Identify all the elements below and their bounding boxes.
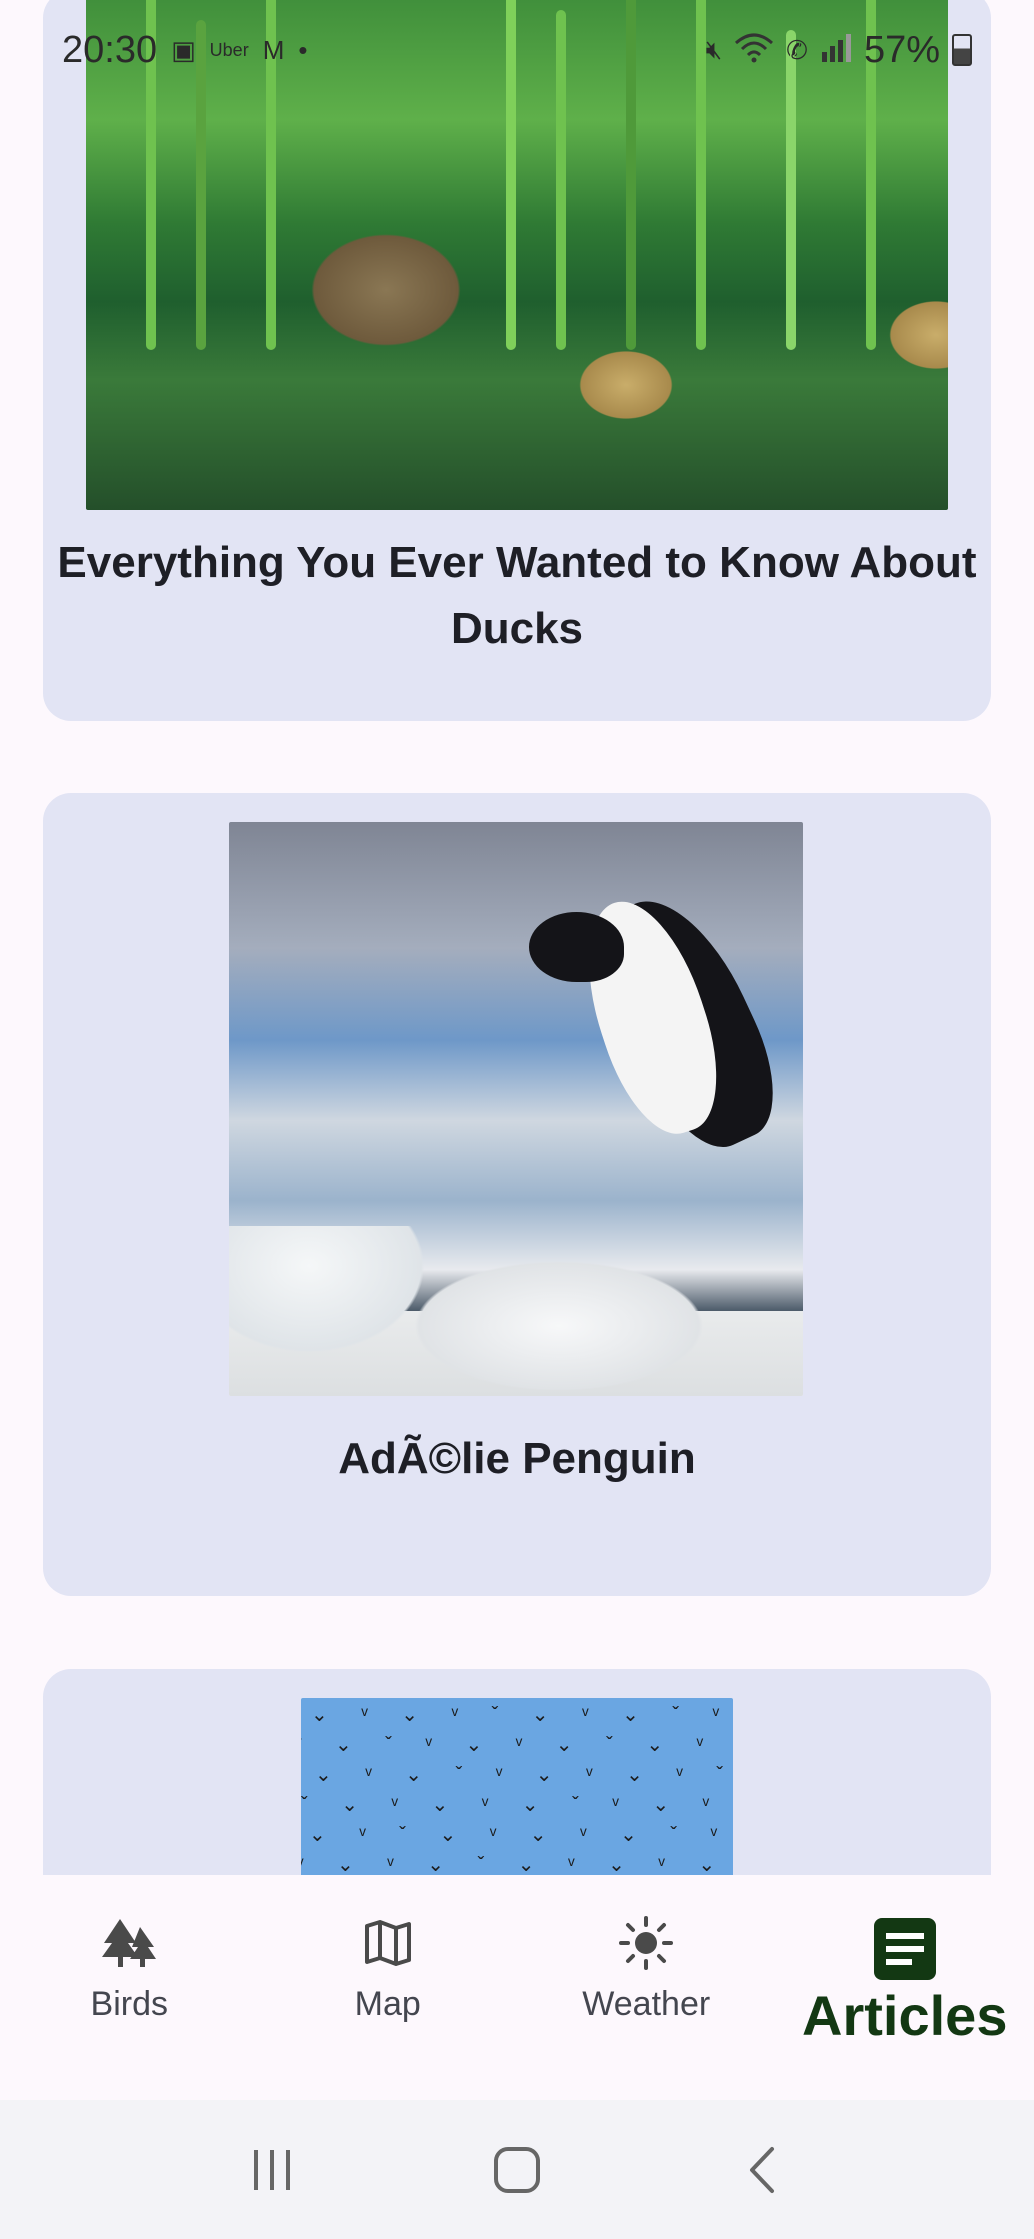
dot-icon: • [298, 34, 308, 65]
nav-item-articles[interactable]: Articles [776, 1875, 1034, 2100]
wifi-icon [734, 31, 774, 70]
birds-flock-image: ⌄ ᵛ ⌄ ᵛ ˇ ⌄ ᵛ ⌄ ˇ ᵛ ⌄ ᵛ ⌄ ᵛ ⌄ ˇ ᵛ ⌄ ᵛ ⌄ … [301, 1698, 733, 1875]
gmail-icon: M [262, 34, 285, 65]
article-card[interactable]: Everything You Ever Wanted to Know About… [43, 0, 991, 721]
article-title: AdÃ©lie Penguin [338, 1434, 696, 1483]
uber-icon: Uber [209, 39, 249, 60]
nav-item-weather[interactable]: Weather [517, 1875, 776, 2100]
home-button[interactable] [477, 2130, 557, 2210]
call-icon: ✆ [786, 34, 808, 65]
article-title: Everything You Ever Wanted to Know About… [57, 538, 977, 653]
article-card[interactable]: AdÃ©lie Penguin [43, 793, 991, 1596]
status-time: 20:30 [62, 28, 158, 71]
article-icon [871, 1915, 939, 1983]
nav-label-birds: Birds [90, 1985, 168, 2023]
nav-item-map[interactable]: Map [259, 1875, 518, 2100]
bottom-navigation: Birds Map Weather Articles [0, 1875, 1034, 2100]
nav-label-weather: Weather [582, 1985, 711, 2023]
mute-icon: 🔇︎ [705, 34, 723, 64]
battery-icon [952, 34, 972, 66]
signal-icon [820, 32, 852, 69]
screen: Everything You Ever Wanted to Know About… [0, 0, 1034, 2239]
gallery-icon: ▣ [171, 34, 196, 65]
recents-button[interactable] [232, 2130, 312, 2210]
battery-percent: 57% [863, 28, 940, 71]
system-navigation-bar [0, 2100, 1034, 2239]
nav-label-articles: Articles [802, 1984, 1008, 2047]
articles-feed[interactable]: Everything You Ever Wanted to Know About… [0, 0, 1034, 1875]
map-icon [358, 1913, 418, 1973]
sun-icon [616, 1913, 676, 1973]
back-button[interactable] [722, 2130, 802, 2210]
nav-label-map: Map [354, 1985, 421, 2023]
penguin-image [229, 822, 803, 1396]
trees-icon [99, 1913, 159, 1973]
status-bar: 20:30 ▣ Uber M • 🔇︎ ✆ 57% [0, 0, 1034, 100]
nav-item-birds[interactable]: Birds [0, 1875, 259, 2100]
article-card[interactable]: ⌄ ᵛ ⌄ ᵛ ˇ ⌄ ᵛ ⌄ ˇ ᵛ ⌄ ᵛ ⌄ ᵛ ⌄ ˇ ᵛ ⌄ ᵛ ⌄ … [43, 1669, 991, 1875]
